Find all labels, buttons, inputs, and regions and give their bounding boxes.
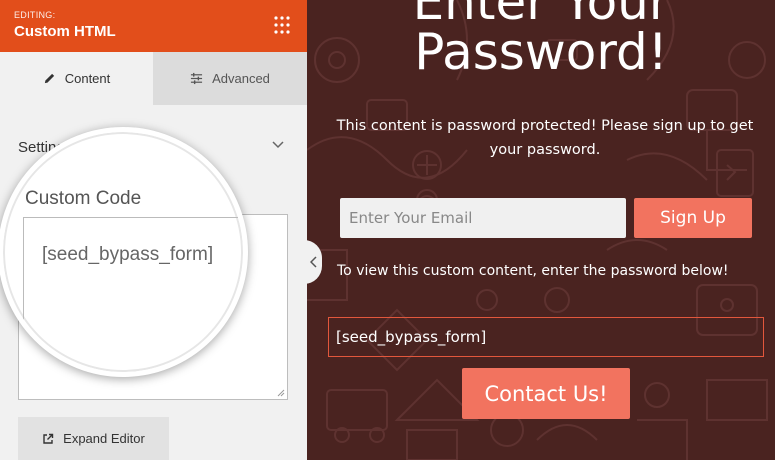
sign-up-button[interactable]: Sign Up — [634, 198, 752, 238]
view-content-instructions: To view this custom content, enter the p… — [337, 263, 729, 279]
sliders-icon — [191, 72, 203, 85]
pencil-icon — [44, 73, 54, 84]
sidebar-header: EDITING: Custom HTML — [0, 0, 307, 52]
external-link-icon — [43, 433, 54, 444]
chevron-left-icon — [309, 256, 317, 268]
page-preview: Enter Your Password! This content is pas… — [307, 0, 775, 460]
contact-us-button[interactable]: Contact Us! — [462, 368, 630, 419]
magnifier-callout: Custom Code [seed_bypass_form] — [0, 127, 248, 377]
magnified-custom-code-label: Custom Code — [25, 188, 142, 209]
drag-handle-icon[interactable] — [272, 15, 292, 35]
magnified-code-value: [seed_bypass_form] — [42, 244, 214, 265]
tab-advanced-label: Advanced — [212, 71, 270, 86]
tab-content[interactable]: Content — [0, 52, 153, 105]
password-protected-message: This content is password protected! Plea… — [336, 118, 754, 158]
editing-label: EDITING: — [14, 10, 56, 20]
expand-editor-button[interactable]: Expand Editor — [18, 417, 169, 460]
tab-advanced[interactable]: Advanced — [153, 52, 307, 105]
bypass-form-selected-module[interactable]: [seed_bypass_form] — [328, 317, 764, 357]
resize-handle-icon[interactable] — [277, 389, 285, 397]
module-title: Custom HTML — [14, 23, 116, 40]
magnified-textarea — [23, 217, 243, 372]
editor-sidebar: EDITING: Custom HTML Content Advanced Se… — [0, 0, 307, 460]
email-placeholder: Enter Your Email — [349, 209, 473, 227]
email-input[interactable]: Enter Your Email — [340, 198, 626, 238]
sidebar-tabs: Content Advanced — [0, 52, 307, 105]
heading-line-2: Password! — [414, 23, 668, 81]
chevron-down-icon — [272, 141, 284, 149]
expand-editor-label: Expand Editor — [63, 431, 145, 446]
tab-content-label: Content — [64, 71, 111, 86]
bypass-shortcode-text: [seed_bypass_form] — [336, 328, 487, 346]
